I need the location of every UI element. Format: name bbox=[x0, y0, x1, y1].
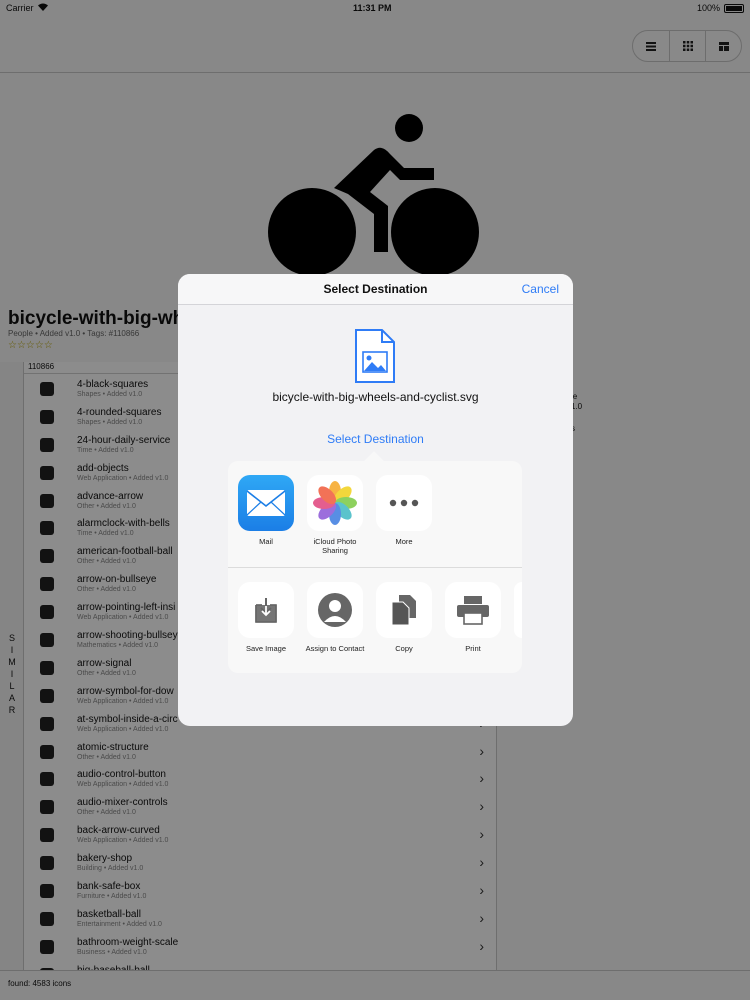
sheet-divider bbox=[228, 567, 522, 568]
more-apps-button[interactable] bbox=[376, 475, 432, 531]
more-actions-partial[interactable] bbox=[514, 582, 522, 638]
copy-button[interactable] bbox=[376, 582, 432, 638]
dialog-title: Select Destination bbox=[323, 282, 428, 296]
image-file-icon bbox=[355, 329, 395, 383]
icloud-photo-sharing-label: iCloud Photo Sharing bbox=[313, 537, 357, 555]
save-image-icon bbox=[255, 598, 277, 623]
print-icon bbox=[457, 596, 489, 625]
copy-label: Copy bbox=[395, 644, 413, 653]
assign-to-contact-button[interactable] bbox=[307, 582, 363, 638]
mail-app-button[interactable] bbox=[238, 475, 294, 531]
file-name: bicycle-with-big-wheels-and-cyclist.svg bbox=[272, 390, 479, 404]
cancel-button[interactable]: Cancel bbox=[522, 282, 559, 296]
select-destination-dialog: Select Destination Cancel bicycle-with-b… bbox=[178, 274, 573, 726]
contact-icon bbox=[318, 593, 352, 627]
share-sheet: Mail iCloud Photo Sharing More Save Imag… bbox=[228, 461, 522, 673]
print-label: Print bbox=[465, 644, 481, 653]
copy-icon bbox=[391, 595, 416, 626]
more-label: More bbox=[395, 537, 413, 546]
photos-icon bbox=[313, 481, 357, 525]
save-image-label: Save Image bbox=[245, 644, 287, 653]
mail-label: Mail bbox=[259, 537, 273, 546]
icloud-photo-sharing-button[interactable] bbox=[307, 475, 363, 531]
dialog-header: Select Destination Cancel bbox=[178, 274, 573, 305]
print-button[interactable] bbox=[445, 582, 501, 638]
assign-to-contact-label: Assign to Contact bbox=[305, 644, 365, 653]
mail-icon bbox=[246, 490, 286, 516]
more-icon bbox=[389, 499, 419, 507]
select-destination-link[interactable]: Select Destination bbox=[178, 432, 573, 446]
save-image-button[interactable] bbox=[238, 582, 294, 638]
